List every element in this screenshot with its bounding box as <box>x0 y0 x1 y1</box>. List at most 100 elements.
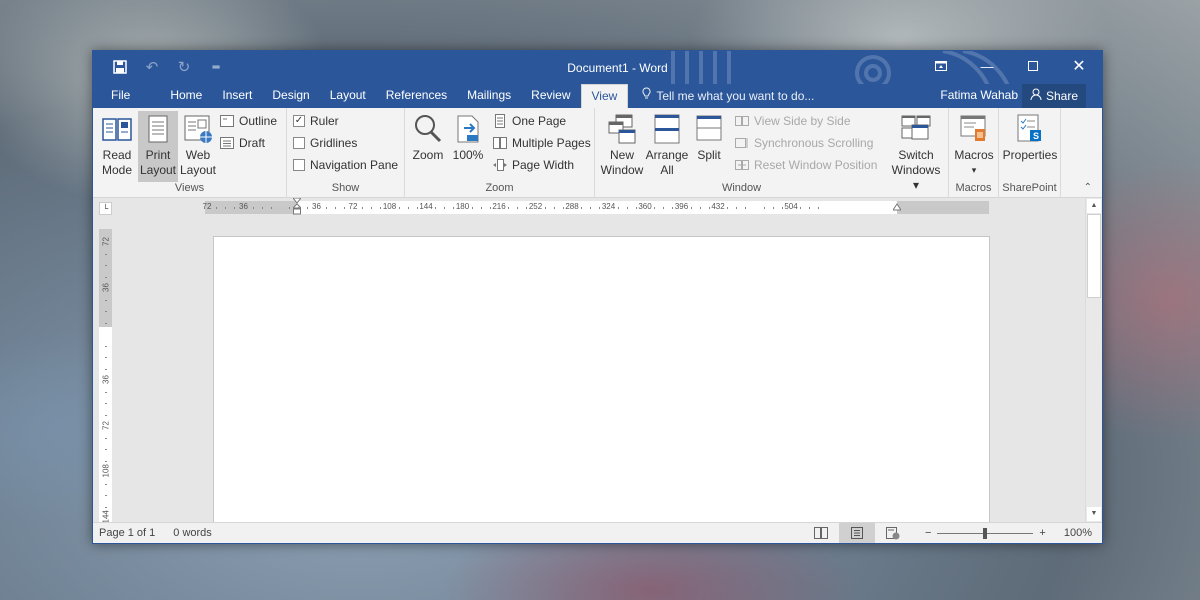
navigation-pane-check-box[interactable] <box>293 159 305 171</box>
minimize-icon[interactable]: — <box>964 51 1010 81</box>
split-button[interactable]: Split <box>691 111 727 163</box>
ruler-label: Ruler <box>310 114 339 128</box>
zoom-in-icon[interactable]: + <box>1039 527 1045 539</box>
draft-icon <box>220 137 234 149</box>
switch-windows-button[interactable]: Switch Windows ▾ <box>887 111 945 193</box>
window-controls: — ✕ <box>918 51 1102 81</box>
zoom-out-icon[interactable]: − <box>925 527 931 539</box>
print-layout-view-button[interactable] <box>838 523 875 543</box>
word-count[interactable]: 0 words <box>173 527 212 539</box>
view-side-by-side-label: View Side by Side <box>754 114 851 128</box>
new-window-label-1: New <box>609 148 634 162</box>
word-window: ↶ ↻ ═ Document1 - Word — ✕ File Home Ins… <box>92 50 1103 554</box>
ruler-check-icon[interactable]: ✓ <box>293 115 305 127</box>
navigation-pane-checkbox[interactable]: Navigation Pane <box>293 155 398 175</box>
collapse-ribbon-icon[interactable]: ⌃ <box>1084 182 1092 193</box>
new-window-button[interactable]: New Window <box>599 111 645 178</box>
sharepoint-group-label: SharePoint <box>1002 182 1057 194</box>
read-mode-view-button[interactable] <box>803 523 839 543</box>
web-layout-view-button[interactable] <box>875 523 911 543</box>
macros-icon <box>960 115 986 141</box>
scroll-down-icon[interactable]: ▼ <box>1087 507 1101 521</box>
tab-layout[interactable]: Layout <box>320 84 376 108</box>
reset-window-position-label: Reset Window Position <box>754 158 878 172</box>
properties-label: Properties <box>1002 148 1058 162</box>
ribbon-display-options-icon[interactable] <box>918 51 964 81</box>
tab-home[interactable]: Home <box>160 84 212 108</box>
switch-windows-label-2: Windows ▾ <box>891 163 941 192</box>
multiple-pages-button[interactable]: Multiple Pages <box>493 133 591 153</box>
arrange-all-label-2: All <box>660 163 674 177</box>
document-page[interactable] <box>213 236 990 526</box>
read-mode-label-2: Mode <box>101 163 133 177</box>
user-name[interactable]: Fatima Wahab <box>940 84 1018 106</box>
reset-window-position-icon <box>735 160 749 170</box>
group-sharepoint: S Properties SharePoint <box>999 108 1061 198</box>
draft-label: Draft <box>239 136 266 150</box>
macros-label: Macros <box>954 148 994 162</box>
read-mode-label-1: Read <box>102 148 132 162</box>
tab-review[interactable]: Review <box>521 84 580 108</box>
arrange-all-button[interactable]: Arrange All <box>645 111 689 178</box>
tab-references[interactable]: References <box>376 84 457 108</box>
macros-button[interactable]: Macros ▾ <box>952 111 996 178</box>
switch-windows-icon <box>901 115 931 140</box>
gridlines-check-box[interactable] <box>293 137 305 149</box>
reset-window-position-button[interactable]: Reset Window Position <box>735 155 877 175</box>
read-mode-icon <box>102 118 132 141</box>
one-page-button[interactable]: One Page <box>493 111 566 131</box>
maximize-icon[interactable] <box>1010 51 1056 81</box>
zoom-button[interactable]: Zoom <box>409 111 447 163</box>
page-width-button[interactable]: Page Width <box>493 155 574 175</box>
zoom-track[interactable] <box>937 527 1034 539</box>
read-mode-button[interactable]: Read Mode <box>97 111 137 178</box>
share-button[interactable]: Share <box>1021 84 1086 108</box>
properties-button[interactable]: S Properties <box>1001 111 1059 163</box>
web-layout-button[interactable]: Web Layout <box>178 111 218 178</box>
zoom-slider[interactable]: − + <box>925 527 1046 539</box>
views-group-label: Views <box>174 182 205 194</box>
tab-design[interactable]: Design <box>262 84 319 108</box>
zoom-percent[interactable]: 100% <box>1064 527 1092 539</box>
split-label: Split <box>697 148 721 162</box>
web-layout-icon <box>184 115 212 143</box>
page-width-label: Page Width <box>512 158 575 172</box>
zoom-thumb[interactable] <box>983 527 988 539</box>
group-window: New Window Arrange All Split View Side b… <box>595 108 949 198</box>
ruler-checkbox[interactable]: ✓ Ruler <box>293 111 339 131</box>
gridlines-checkbox[interactable]: Gridlines <box>293 133 357 153</box>
tab-file[interactable]: File <box>101 84 140 108</box>
properties-icon: S <box>1017 114 1041 142</box>
show-group-label: Show <box>331 182 360 194</box>
tab-insert[interactable]: Insert <box>212 84 262 108</box>
group-views: Read Mode Print Layout Web Layout Outlin… <box>93 108 287 198</box>
scroll-up-icon[interactable]: ▲ <box>1087 199 1101 213</box>
tab-view[interactable]: View <box>580 84 629 108</box>
zoom-100-button[interactable]: 100% <box>449 111 487 163</box>
ruler-tick <box>105 552 107 554</box>
group-show: ✓ Ruler Gridlines Navigation Pane Show <box>287 108 405 198</box>
synchronous-scrolling-button[interactable]: Synchronous Scrolling <box>735 133 873 153</box>
tell-me-box[interactable]: Tell me what you want to do... <box>642 84 814 108</box>
print-layout-label-1: Print <box>145 148 171 162</box>
close-icon[interactable]: ✕ <box>1056 51 1102 81</box>
draft-button[interactable]: Draft <box>220 133 265 153</box>
zoom-100-label: 100% <box>452 148 484 162</box>
page-count[interactable]: Page 1 of 1 <box>99 527 155 539</box>
multiple-pages-icon <box>493 137 507 149</box>
one-page-icon <box>495 114 505 128</box>
zoom-100-icon <box>457 115 479 143</box>
group-zoom: Zoom 100% One Page Multiple Pages Page W… <box>405 108 595 198</box>
tab-mailings[interactable]: Mailings <box>457 84 521 108</box>
view-side-by-side-button[interactable]: View Side by Side <box>735 111 851 131</box>
share-label: Share <box>1045 89 1078 103</box>
outline-button[interactable]: Outline <box>220 111 277 131</box>
print-layout-button[interactable]: Print Layout <box>138 111 178 182</box>
new-window-label-2: Window <box>600 163 644 177</box>
scroll-thumb[interactable] <box>1087 214 1101 298</box>
side-by-side-icon <box>735 116 749 126</box>
navigation-pane-label: Navigation Pane <box>310 158 399 172</box>
vertical-scrollbar[interactable]: ▲ ▼ <box>1085 198 1102 522</box>
arrange-all-icon <box>654 114 680 144</box>
read-mode-view-icon <box>813 527 828 539</box>
